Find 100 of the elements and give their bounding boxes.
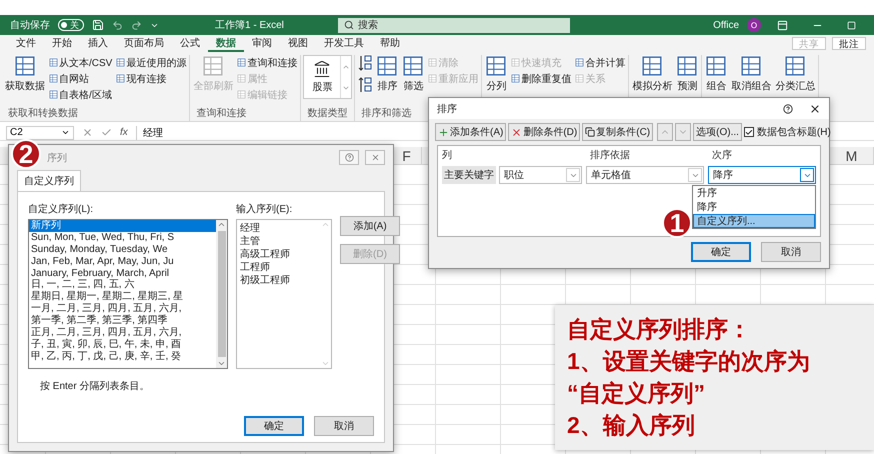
column-select[interactable]: 职位 (499, 166, 582, 184)
list-item[interactable]: 日, 一, 二, 三, 四, 五, 六 (29, 279, 216, 292)
list-item[interactable]: Jan, Feb, Mar, Apr, May, Jun, Ju (29, 256, 216, 268)
name-box[interactable]: C2 (6, 126, 74, 140)
note-text: 1、设置关键字的次序为 (567, 347, 811, 376)
save-icon[interactable] (92, 19, 104, 31)
close-icon (370, 153, 380, 162)
step-badge: 1 (662, 208, 692, 238)
ribbon-button[interactable]: 取消组合 (730, 55, 772, 93)
ribbon-button[interactable]: 查询和连接 (236, 55, 298, 70)
data-type-button[interactable]: 股票 (304, 56, 340, 98)
group-label: 获取和转换数据 (8, 106, 78, 120)
ribbon-display-icon[interactable] (777, 20, 788, 30)
scrollbar-thumb[interactable] (218, 231, 226, 357)
sheet-icon (202, 55, 224, 77)
ok-button[interactable]: 确定 (244, 416, 304, 436)
custom-lists-box[interactable] (28, 219, 228, 369)
column-heading: 排序依据 (589, 148, 631, 162)
ribbon-button[interactable]: 预测 (675, 55, 700, 93)
menu-tab[interactable]: 插入 (80, 35, 116, 52)
scroll-down-icon[interactable] (217, 359, 226, 368)
sort-descending-button[interactable] (357, 77, 374, 92)
ribbon-button[interactable]: 获取数据 (4, 55, 46, 93)
step-badge: 2 (11, 139, 41, 169)
ribbon-button[interactable]: 从文本/CSV (48, 55, 114, 70)
maximize-icon[interactable] (847, 20, 856, 30)
bank-icon (313, 60, 332, 78)
ribbon-button[interactable]: 分类汇总 (774, 55, 816, 93)
group-label: 排序和筛选 (361, 106, 412, 120)
list-item[interactable]: January, February, March, April (29, 268, 216, 280)
headers-checkbox[interactable]: 数据包含标题(H) (744, 125, 831, 139)
sheet-icon (511, 58, 520, 67)
list-item[interactable]: Sun, Mon, Tue, Wed, Thu, Fri, S (29, 232, 216, 244)
add-button[interactable]: 添加(A) (340, 216, 400, 236)
ok-button[interactable]: 确定 (691, 242, 751, 262)
sheet-icon (116, 74, 126, 83)
avatar[interactable]: O (747, 18, 761, 32)
menu-tab[interactable]: 视图 (280, 35, 316, 52)
search-field[interactable]: 搜索 (338, 18, 570, 32)
menu-tab[interactable]: 公式 (172, 35, 208, 52)
plus-icon (438, 126, 449, 138)
sheet-icon (485, 55, 508, 77)
sheet-icon (428, 58, 438, 67)
help-icon[interactable] (783, 104, 793, 114)
ribbon-button[interactable]: 最近使用的源 (115, 55, 188, 70)
menu-tab[interactable]: 帮助 (372, 35, 408, 52)
undo-icon[interactable] (112, 20, 123, 30)
add-level-button[interactable]: 添加条件(A) (435, 123, 506, 141)
ribbon-button[interactable]: 自网站 (48, 71, 114, 86)
order-select[interactable]: 降序 (708, 166, 816, 184)
dropdown-option[interactable]: 自定义序列... (693, 214, 815, 228)
ribbon-button[interactable]: 筛选 (401, 55, 426, 93)
list-item[interactable]: 星期日, 星期一, 星期二, 星期三, 星 (29, 291, 216, 304)
group-label: 查询和连接 (196, 106, 246, 120)
redo-icon[interactable] (131, 20, 142, 30)
sheet-icon (49, 90, 58, 99)
ribbon-button[interactable]: 现有连接 (115, 71, 188, 86)
list-item[interactable]: 第一季, 第二季, 第三季, 第四季 (29, 315, 216, 328)
options-button[interactable]: 选项(O)... (693, 123, 742, 141)
delete-level-button[interactable]: 删除条件(D) (508, 123, 580, 141)
menu-tab[interactable]: 开始 (44, 35, 80, 52)
menu-tab[interactable]: 文件 (8, 35, 44, 52)
entry-text: 初级工程师 (240, 274, 291, 287)
ribbon-button[interactable]: 删除重复值 (510, 71, 572, 86)
sort-on-select[interactable]: 单元格值 (586, 166, 704, 184)
close-icon[interactable] (809, 102, 821, 114)
list-item[interactable]: 一月, 二月, 三月, 四月, 五月, 六月, (29, 303, 216, 316)
list-item[interactable]: 子, 丑, 寅, 卯, 辰, 巳, 午, 未, 申, 酉 (29, 338, 216, 351)
sheet-icon (511, 74, 520, 83)
list-item[interactable]: Sunday, Monday, Tuesday, We (29, 244, 216, 256)
ribbon-button[interactable]: 模拟分析 (631, 55, 674, 93)
move-down-button[interactable] (675, 123, 692, 141)
help-button[interactable] (339, 150, 359, 165)
cancel-icon[interactable] (82, 127, 93, 138)
ribbon-button[interactable]: 排序 (375, 55, 400, 93)
menu-tab[interactable]: 开发工具 (316, 35, 372, 52)
cancel-button[interactable]: 取消 (761, 242, 821, 262)
menu-tab[interactable]: 页面布局 (116, 35, 172, 52)
comments-button[interactable]: 批注 (832, 37, 866, 50)
menu-tab[interactable]: 审阅 (244, 35, 280, 52)
cancel-button[interactable]: 取消 (314, 416, 374, 436)
ribbon-button[interactable]: 合并计算 (574, 55, 626, 70)
dialog-tab[interactable]: 自定义序列 (17, 170, 81, 191)
check-icon[interactable] (101, 127, 112, 138)
list-item[interactable]: 正月, 二月, 三月, 四月, 五月, 六月, (29, 327, 216, 339)
sheet-icon (705, 55, 728, 77)
close-button[interactable] (365, 150, 385, 165)
sheet-icon (402, 55, 424, 77)
move-up-button[interactable] (657, 123, 674, 141)
sheet-icon (116, 58, 126, 67)
ribbon-button[interactable]: 分列 (484, 55, 508, 93)
sort-ascending-button[interactable] (357, 55, 374, 70)
column-heading: 列 (441, 149, 453, 162)
function-button[interactable]: fx (120, 127, 128, 138)
ribbon-button[interactable]: 组合 (704, 55, 728, 93)
ribbon-button[interactable]: 自表格/区域 (48, 87, 114, 102)
autosave-toggle[interactable]: 关 (58, 19, 84, 31)
list-item[interactable]: 甲, 乙, 丙, 丁, 戊, 己, 庚, 辛, 壬, 癸 (29, 350, 216, 363)
copy-level-button[interactable]: 复制条件(C) (582, 123, 654, 141)
scroll-up-icon[interactable] (217, 220, 226, 229)
